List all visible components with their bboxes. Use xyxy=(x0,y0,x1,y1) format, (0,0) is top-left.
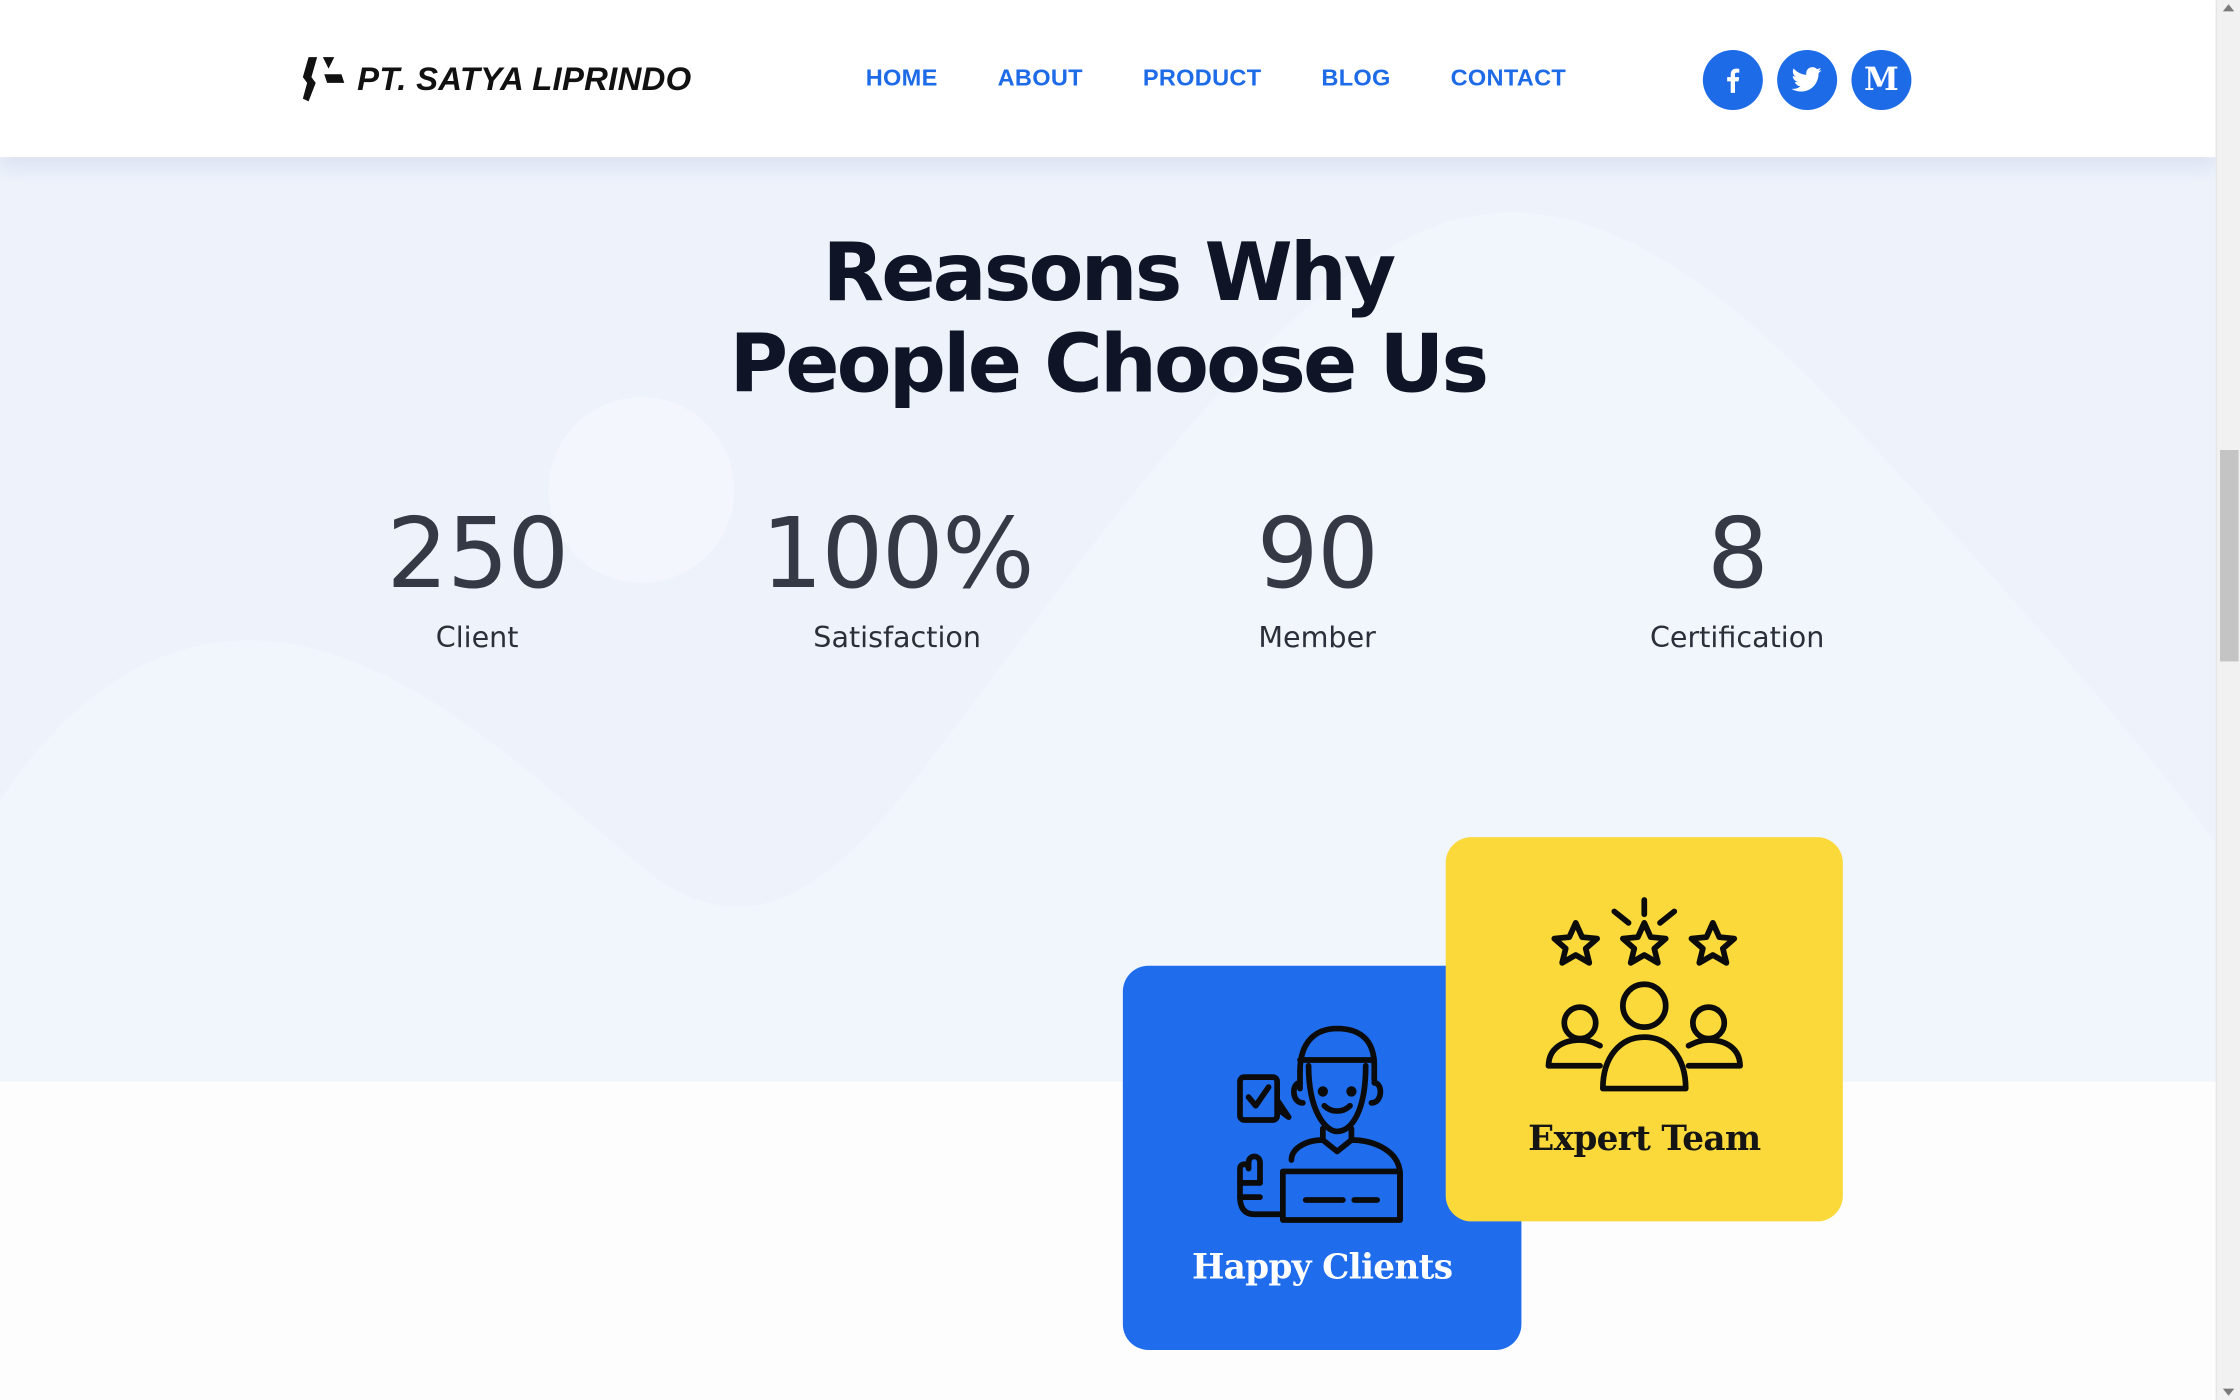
stat-satisfaction: 100% Satisfaction xyxy=(683,498,1112,655)
stat-value: 90 xyxy=(1256,498,1379,612)
brand-name: PT. SATYA LIPRINDO xyxy=(357,59,692,97)
brand-logo[interactable]: PT. SATYA LIPRINDO xyxy=(300,54,691,103)
nav-home[interactable]: HOME xyxy=(866,66,938,93)
scroll-down-arrow-icon[interactable] xyxy=(2222,1388,2235,1396)
stat-label: Satisfaction xyxy=(813,619,981,655)
site-header: PT. SATYA LIPRINDO HOME ABOUT PRODUCT BL… xyxy=(0,0,2216,158)
stat-label: Certification xyxy=(1649,619,1825,655)
nav-blog[interactable]: BLOG xyxy=(1321,66,1390,93)
page-scrollbar[interactable] xyxy=(2215,0,2240,1400)
section-title-line1: Reasons Why xyxy=(822,227,1396,320)
stat-client: 250 Client xyxy=(263,498,692,655)
stat-member: 90 Member xyxy=(1103,498,1532,655)
expert-team-label: Expert Team xyxy=(1528,1117,1761,1159)
scroll-up-arrow-icon[interactable] xyxy=(2222,4,2235,12)
stat-value: 250 xyxy=(386,498,570,612)
social-links: M xyxy=(1702,49,1912,110)
scrollbar-thumb[interactable] xyxy=(2219,449,2239,662)
nav-about[interactable]: ABOUT xyxy=(998,66,1083,93)
logo-mark-icon xyxy=(302,57,345,102)
facebook-button[interactable] xyxy=(1702,49,1763,110)
expert-team-card: Expert Team xyxy=(1445,837,1843,1222)
stat-label: Client xyxy=(435,619,519,655)
stat-certification: 8 Certification xyxy=(1523,498,1952,655)
medium-button[interactable]: M xyxy=(1851,49,1912,110)
main-nav: HOME ABOUT PRODUCT BLOG CONTACT xyxy=(866,66,1626,93)
expert-team-icon xyxy=(1545,897,1743,1092)
happy-client-icon xyxy=(1237,1025,1403,1223)
section-title-line2: People Choose Us xyxy=(729,318,1489,412)
twitter-icon xyxy=(1791,67,1822,92)
stat-value: 8 xyxy=(1706,498,1769,612)
stat-value: 100% xyxy=(761,498,1034,612)
nav-product[interactable]: PRODUCT xyxy=(1143,66,1262,93)
section-title: Reasons Why People Choose Us xyxy=(0,227,2216,412)
facebook-icon xyxy=(1727,68,1740,93)
twitter-button[interactable] xyxy=(1777,49,1838,110)
happy-clients-label: Happy Clients xyxy=(1191,1245,1453,1288)
page: PT. SATYA LIPRINDO HOME ABOUT PRODUCT BL… xyxy=(0,0,2240,1400)
nav-contact[interactable]: CONTACT xyxy=(1451,66,1566,93)
medium-icon: M xyxy=(1864,61,1899,99)
stat-label: Member xyxy=(1258,619,1376,655)
